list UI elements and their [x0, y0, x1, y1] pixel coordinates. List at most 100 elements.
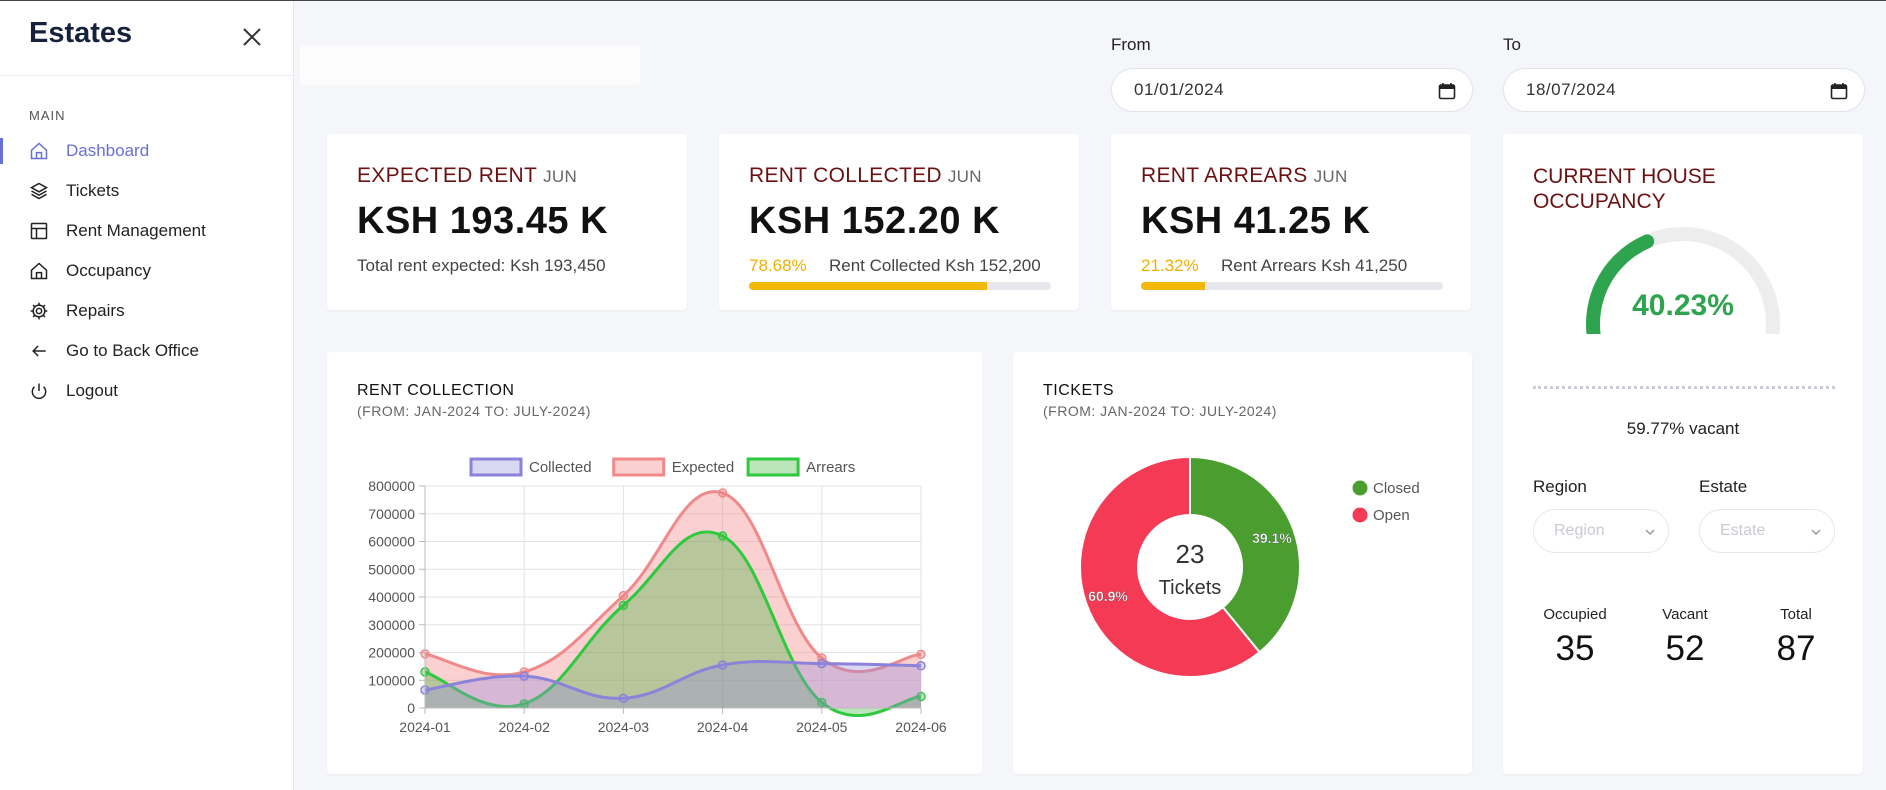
legend-label: Open [1373, 507, 1410, 524]
card-title-text: RENT COLLECTED [749, 164, 942, 187]
rent-collected-subtext: Rent Collected Ksh 152,200 [829, 256, 1041, 275]
rent-collected-value: KSH 152.20 K [749, 200, 1001, 242]
calendar-icon[interactable] [1438, 82, 1456, 100]
legend-swatch [1352, 480, 1368, 496]
region-label: Region [1533, 477, 1587, 496]
y-tick-label: 400000 [368, 589, 415, 605]
rent-arrears-value: KSH 41.25 K [1141, 200, 1371, 242]
y-tick-label: 800000 [368, 478, 415, 494]
card-title-text: EXPECTED RENT [357, 164, 538, 187]
rent-collected-percent: 78.68% [749, 256, 807, 275]
legend-swatch [1352, 507, 1368, 523]
y-tick-label: 0 [407, 700, 415, 716]
y-tick-label: 200000 [368, 645, 415, 661]
estate-select[interactable]: Estate [1699, 509, 1835, 553]
slice-label: 60.9% [1088, 588, 1128, 604]
sidebar-item-rent-management[interactable]: Rent Management [0, 211, 294, 251]
card-title-text: RENT ARREARS [1141, 164, 1308, 187]
rent-collected-progress [749, 282, 1051, 290]
y-tick-label: 100000 [368, 672, 415, 688]
card-month: JUN [543, 167, 578, 186]
sidebar-item-tickets[interactable]: Tickets [0, 171, 294, 211]
card-month: JUN [947, 167, 982, 186]
calendar-icon[interactable] [1830, 82, 1848, 100]
to-label: To [1503, 35, 1521, 54]
sidebar-item-repairs[interactable]: Repairs [0, 291, 294, 331]
region-select[interactable]: Region [1533, 509, 1669, 553]
vacant-count: 52 [1665, 629, 1705, 668]
region-placeholder: Region [1554, 522, 1605, 539]
to-date-value: 18/07/2024 [1526, 80, 1617, 99]
data-point [618, 600, 629, 611]
layout-icon [30, 222, 48, 240]
rent-collection-chart: 800000 700000 600000 500000 400000 300000 2000… [368, 457, 947, 735]
tickets-center-label: Tickets [1159, 577, 1222, 599]
expected-rent-title: EXPECTED RENT JUN [357, 164, 577, 188]
dotted-divider [1533, 386, 1835, 389]
rent-arrears-title: RENT ARREARS JUN [1141, 164, 1348, 188]
close-icon [243, 28, 261, 46]
section-label-main: MAIN [29, 108, 66, 123]
from-date-value: 01/01/2024 [1134, 80, 1225, 99]
sidebar-item-label: Occupancy [66, 261, 152, 280]
power-icon [31, 383, 47, 400]
y-tick-label: 500000 [368, 561, 415, 577]
total-label: Total [1780, 606, 1812, 623]
sidebar-item-label: Repairs [66, 301, 125, 320]
x-tick-label: 2024-06 [895, 719, 947, 735]
vacant-percent-text: 59.77% vacant [1626, 419, 1740, 438]
vacant-stat: Vacant 52 [1630, 606, 1740, 669]
y-tick-label: 300000 [368, 617, 415, 633]
data-point [717, 531, 728, 541]
layers-icon [29, 182, 49, 200]
house-icon [30, 262, 48, 280]
gear-icon [30, 302, 48, 320]
occupied-count: 35 [1555, 629, 1595, 668]
rent-arrears-card: RENT ARREARS JUN KSH 41.25 K 21.32% Rent … [1111, 134, 1471, 310]
data-point [618, 590, 629, 601]
rent-arrears-progress [1141, 282, 1443, 290]
sidebar-item-back-office[interactable]: Go to Back Office [0, 331, 294, 371]
y-tick-label: 600000 [368, 534, 415, 550]
chevron-down-icon [1645, 529, 1655, 536]
occupancy-title: CURRENT HOUSE OCCUPANCY [1533, 165, 1716, 213]
sidebar-item-label: Go to Back Office [66, 341, 199, 360]
to-date-input[interactable]: 18/07/2024 [1503, 68, 1865, 112]
chevron-down-icon [1811, 529, 1821, 536]
sidebar-item-dashboard[interactable]: Dashboard [0, 131, 294, 171]
sidebar: Estates MAIN Dashboard Tickets Rent Mana… [0, 1, 294, 790]
close-sidebar-button[interactable] [240, 25, 264, 49]
total-count: 87 [1776, 629, 1816, 668]
from-date-input[interactable]: 01/01/2024 [1111, 68, 1473, 112]
card-month: JUN [1313, 167, 1348, 186]
rent-arrears-subtext: Rent Arrears Ksh 41,250 [1221, 256, 1408, 275]
rent-arrears-percent: 21.32% [1141, 256, 1199, 275]
sidebar-item-label: Rent Management [66, 221, 206, 240]
data-point [817, 658, 827, 669]
occupied-label: Occupied [1543, 606, 1607, 623]
progress-fill [1141, 282, 1206, 290]
from-label: From [1111, 35, 1151, 54]
sidebar-item-occupancy[interactable]: Occupancy [0, 251, 294, 291]
legend-label: Expected [672, 459, 735, 476]
home-icon [30, 142, 48, 160]
tickets-card: TICKETS (FROM: JAN-2024 TO: JULY-2024) 3… [1013, 352, 1472, 774]
occupancy-card: CURRENT HOUSE OCCUPANCY 40.23% 59.77% va… [1503, 134, 1863, 774]
estate-label: Estate [1699, 477, 1748, 496]
legend-label: Collected [529, 459, 592, 476]
rent-collection-card: RENT COLLECTION (FROM: JAN-2024 TO: JULY… [327, 352, 982, 774]
sidebar-nav: Dashboard Tickets Rent Management Occupa… [0, 131, 294, 411]
arrow-left-icon [32, 345, 46, 357]
occupancy-percent: 40.23% [1632, 289, 1734, 322]
sidebar-item-label: Dashboard [66, 141, 150, 160]
estate-placeholder: Estate [1720, 522, 1766, 539]
tickets-center-count: 23 [1176, 539, 1205, 569]
data-point [519, 671, 529, 681]
blurred-header-text [300, 45, 640, 85]
data-point [916, 661, 926, 671]
x-tick-label: 2024-02 [499, 719, 551, 735]
sidebar-item-logout[interactable]: Logout [0, 371, 294, 411]
tickets-chart: 39.1% 60.9% 23 Tickets Closed Open [1079, 455, 1420, 678]
x-tick-label: 2024-04 [697, 719, 749, 735]
data-point [618, 693, 629, 704]
